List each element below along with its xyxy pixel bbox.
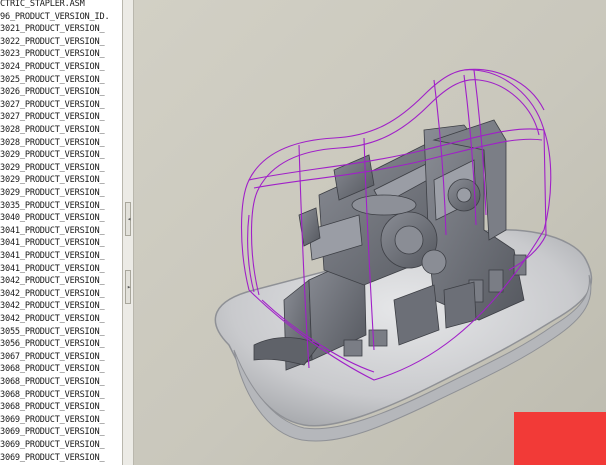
collapse-left-icon: ◂ <box>127 215 132 223</box>
tree-item-part[interactable]: 3069_PRODUCT_VERSION_ <box>0 452 105 464</box>
red-overlay-block <box>514 412 606 465</box>
tree-item-part[interactable]: 3029_PRODUCT_VERSION_ <box>0 149 105 161</box>
tree-item-part[interactable]: 3026_PRODUCT_VERSION_ <box>0 86 105 98</box>
graphics-viewport[interactable] <box>134 0 606 465</box>
tree-item-part[interactable]: 3041_PRODUCT_VERSION_ <box>0 225 105 237</box>
tree-item-part[interactable]: 3028_PRODUCT_VERSION_ <box>0 124 105 136</box>
tree-item-part[interactable]: 3023_PRODUCT_VERSION_ <box>0 48 105 60</box>
tree-item-part[interactable]: 3068_PRODUCT_VERSION_ <box>0 401 105 413</box>
tree-item-part[interactable]: 3041_PRODUCT_VERSION_ <box>0 263 105 275</box>
tree-item-part[interactable]: 3029_PRODUCT_VERSION_ <box>0 174 105 186</box>
tree-item-part[interactable]: 3068_PRODUCT_VERSION_ <box>0 376 105 388</box>
tree-item-part[interactable]: 3029_PRODUCT_VERSION_ <box>0 162 105 174</box>
panel-splitter[interactable]: ◂ ▸ <box>122 0 134 465</box>
tree-item-part[interactable]: 3040_PRODUCT_VERSION_ <box>0 212 105 224</box>
tree-item-part[interactable]: 3041_PRODUCT_VERSION_ <box>0 237 105 249</box>
collapse-right-icon: ▸ <box>127 283 132 291</box>
tree-item-part[interactable]: 3068_PRODUCT_VERSION_ <box>0 363 105 375</box>
tree-item-part[interactable]: 3055_PRODUCT_VERSION_ <box>0 326 105 338</box>
stapler-3d-model[interactable] <box>134 0 606 465</box>
tree-item-part[interactable]: 3035_PRODUCT_VERSION_ <box>0 200 105 212</box>
tree-item-part[interactable]: 3042_PRODUCT_VERSION_ <box>0 288 105 300</box>
tree-item-part[interactable]: 3041_PRODUCT_VERSION_ <box>0 250 105 262</box>
tree-item-part[interactable]: 3021_PRODUCT_VERSION_ <box>0 23 105 35</box>
tree-item-part[interactable]: 3042_PRODUCT_VERSION_ <box>0 300 105 312</box>
collapse-right-grip[interactable]: ▸ <box>125 270 131 304</box>
tree-item-part[interactable]: 3067_PRODUCT_VERSION_ <box>0 351 105 363</box>
tree-item-part[interactable]: 3069_PRODUCT_VERSION_ <box>0 426 105 438</box>
tree-item-part[interactable]: 3027_PRODUCT_VERSION_ <box>0 99 105 111</box>
tree-item-part[interactable]: 3029_PRODUCT_VERSION_ <box>0 187 105 199</box>
tree-item-part[interactable]: 3025_PRODUCT_VERSION_ <box>0 74 105 86</box>
collapse-left-grip[interactable]: ◂ <box>125 202 131 236</box>
tree-item-part[interactable]: 3069_PRODUCT_VERSION_ <box>0 439 105 451</box>
tree-item-part[interactable]: 3068_PRODUCT_VERSION_ <box>0 389 105 401</box>
tree-item-part[interactable]: 3024_PRODUCT_VERSION_ <box>0 61 105 73</box>
tree-item-part[interactable]: 3042_PRODUCT_VERSION_ <box>0 313 105 325</box>
tree-item-part[interactable]: 3028_PRODUCT_VERSION_ <box>0 137 105 149</box>
cad-window: CTRIC_STAPLER.ASM 96_PRODUCT_VERSION_ID. 3… <box>0 0 606 465</box>
tree-item-root-assembly[interactable]: CTRIC_STAPLER.ASM <box>0 0 85 10</box>
tree-item-part[interactable]: 3027_PRODUCT_VERSION_ <box>0 111 105 123</box>
tree-item-part[interactable]: 3042_PRODUCT_VERSION_ <box>0 275 105 287</box>
tree-item-part[interactable]: 3056_PRODUCT_VERSION_ <box>0 338 105 350</box>
tree-item-part[interactable]: 3022_PRODUCT_VERSION_ <box>0 36 105 48</box>
tree-item-part[interactable]: 96_PRODUCT_VERSION_ID. <box>0 11 110 23</box>
tree-item-part[interactable]: 3069_PRODUCT_VERSION_ <box>0 414 105 426</box>
model-tree-panel[interactable]: CTRIC_STAPLER.ASM 96_PRODUCT_VERSION_ID. 3… <box>0 0 122 465</box>
